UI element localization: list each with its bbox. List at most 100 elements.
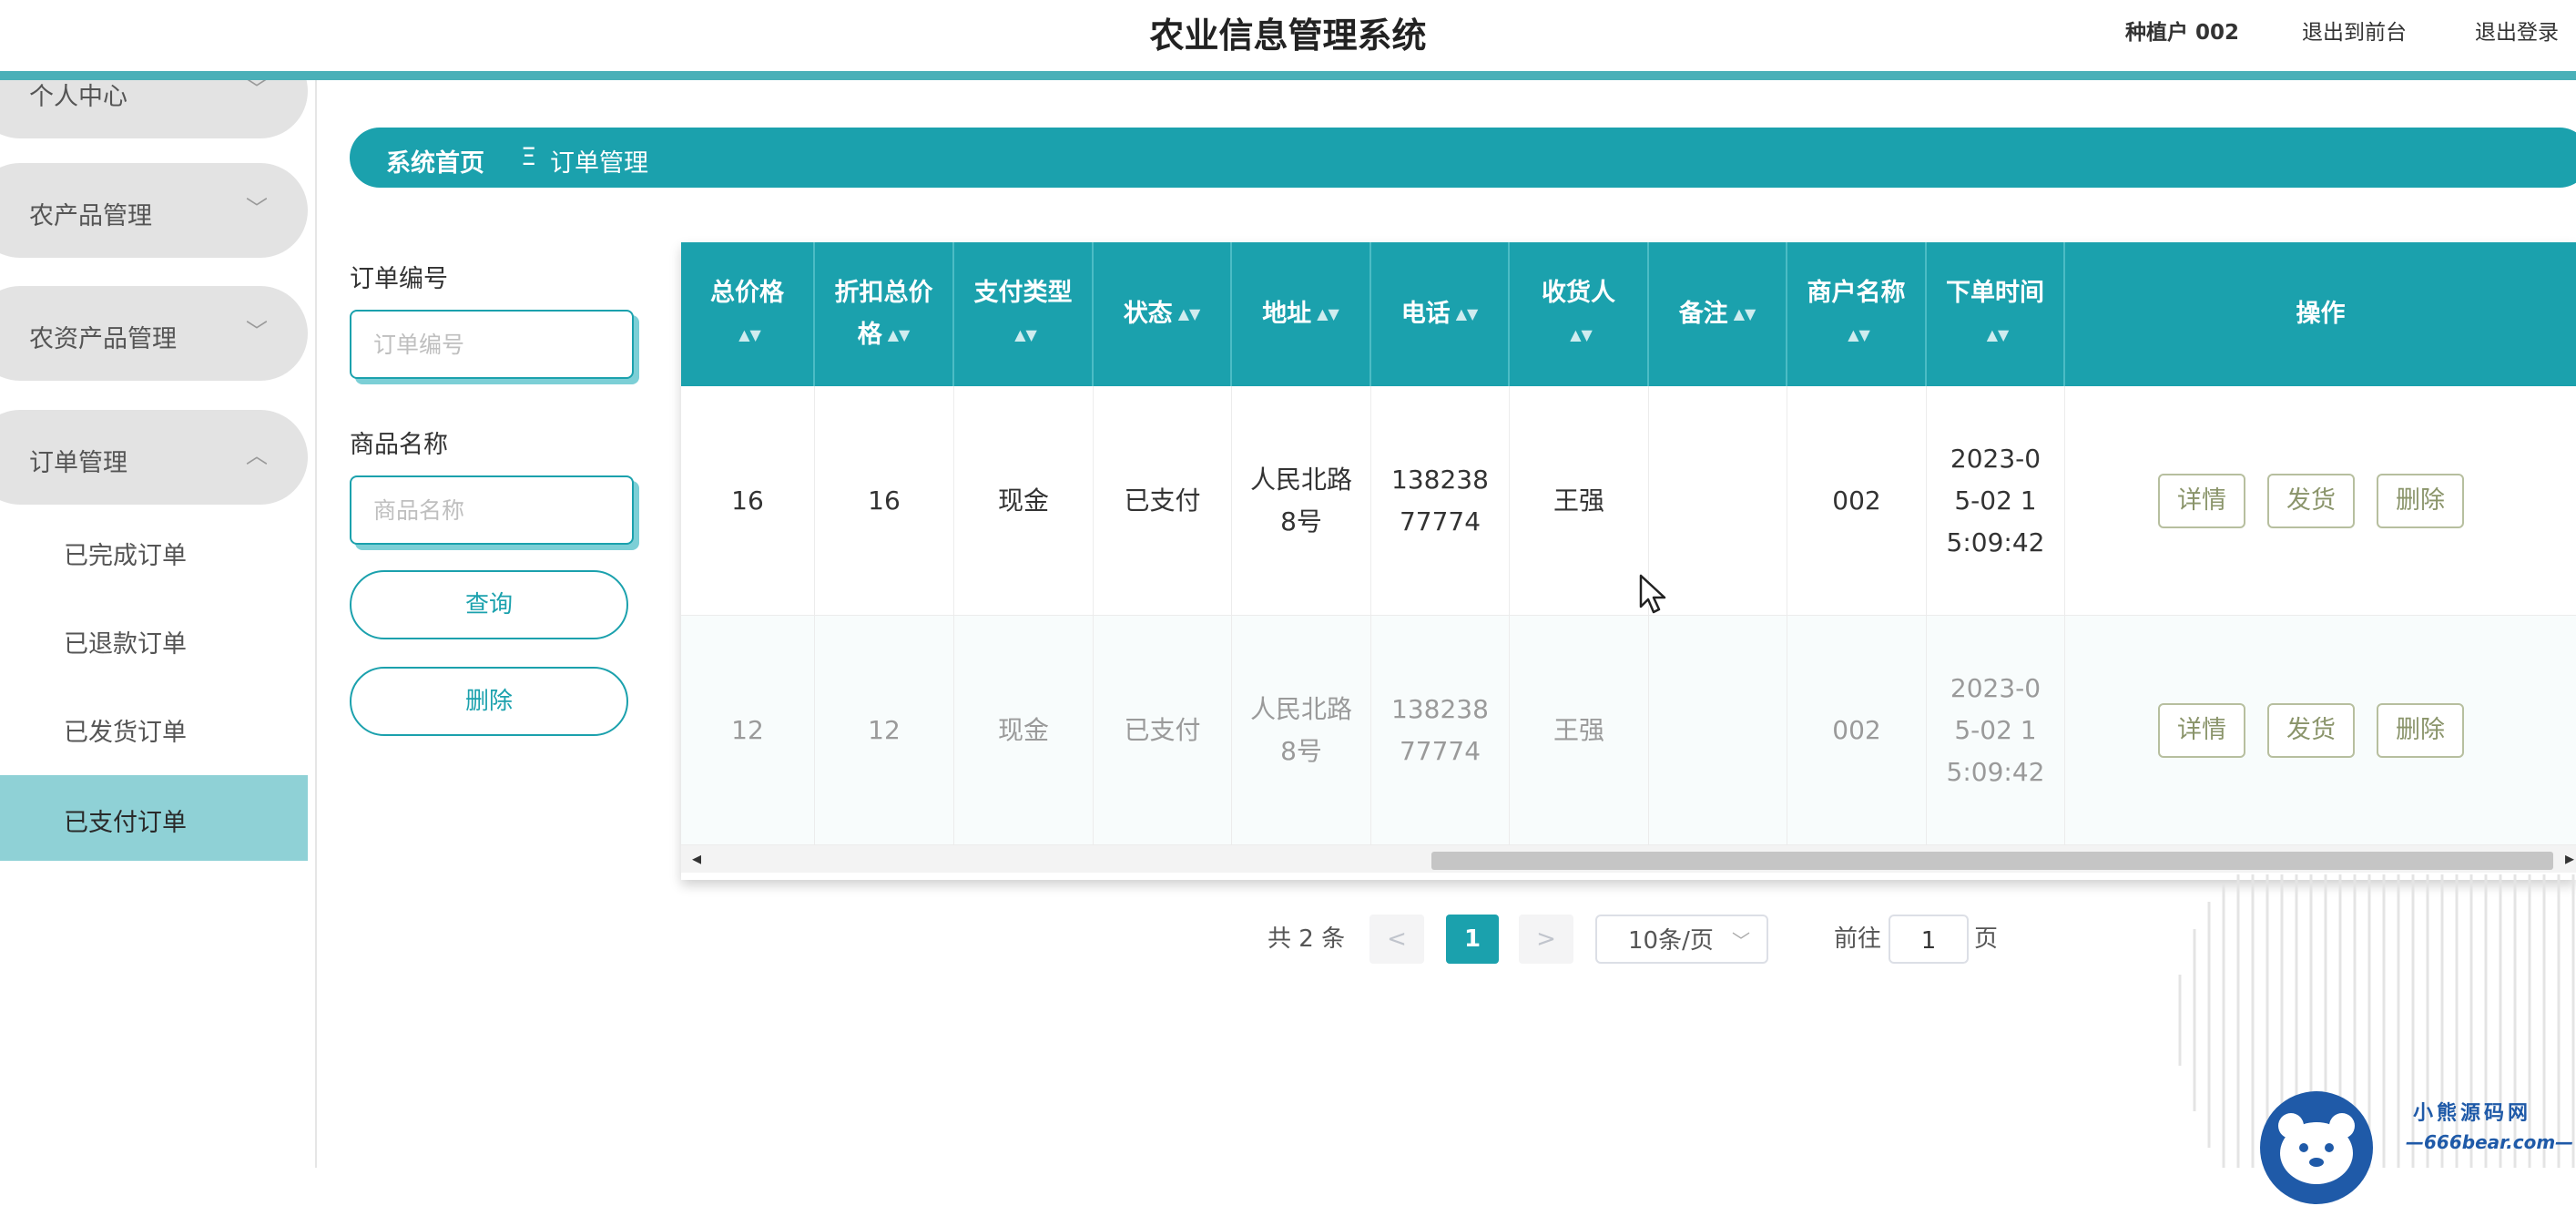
sort-icon[interactable]: ▲▼ bbox=[1570, 326, 1593, 343]
sidebar-item-personal-center[interactable]: 个人中心 ﹀ bbox=[0, 80, 308, 138]
column-label: 支付类型 bbox=[973, 278, 1073, 307]
goto-page-input[interactable]: 1 bbox=[1889, 915, 1969, 964]
sidebar-item-label: 农产品管理 bbox=[29, 202, 152, 230]
product-name-label: 商品名称 bbox=[350, 431, 448, 459]
column-header-discount-total[interactable]: 折扣总价格 ▲▼ bbox=[815, 242, 954, 386]
delete-button[interactable]: 删除 bbox=[2377, 702, 2464, 758]
chevron-up-icon: ︿ bbox=[246, 443, 268, 468]
sidebar-item-label: 已退款订单 bbox=[64, 630, 187, 659]
header-divider bbox=[0, 71, 2576, 80]
mouse-cursor-icon bbox=[1639, 574, 1666, 614]
sidebar-item-label: 已发货订单 bbox=[64, 719, 187, 747]
pagination-page-1[interactable]: 1 bbox=[1446, 915, 1499, 964]
product-name-input[interactable] bbox=[350, 475, 634, 545]
pagination-next-button[interactable]: > bbox=[1519, 915, 1573, 964]
cell-address: 人民北路8号 bbox=[1232, 386, 1371, 616]
query-button[interactable]: 查询 bbox=[350, 570, 628, 639]
column-label: 商户名称 bbox=[1807, 278, 1906, 307]
detail-button[interactable]: 详情 bbox=[2158, 473, 2245, 528]
scrollbar-thumb[interactable] bbox=[1431, 852, 2553, 870]
breadcrumb-home[interactable]: 系统首页 bbox=[386, 143, 484, 179]
top-header: 农业信息管理系统 种植户 002 退出到前台 退出登录 bbox=[0, 0, 2576, 71]
cell-address: 人民北路8号 bbox=[1232, 616, 1371, 845]
column-header-pay-type[interactable]: 支付类型 ▲▼ bbox=[954, 242, 1094, 386]
sidebar-item-refunded-orders[interactable]: 已退款订单 bbox=[0, 597, 308, 682]
delete-button[interactable]: 删除 bbox=[2377, 473, 2464, 528]
column-header-receiver[interactable]: 收货人 ▲▼ bbox=[1510, 242, 1649, 386]
horizontal-scrollbar[interactable]: ◂ ▸ bbox=[681, 845, 2576, 873]
cell-actions: 详情 发货 删除 bbox=[2065, 386, 2576, 616]
sidebar-item-label: 已完成订单 bbox=[64, 542, 187, 570]
sort-icon[interactable]: ▲▼ bbox=[738, 326, 761, 343]
cell-phone: 13823877774 bbox=[1371, 386, 1510, 616]
sort-icon[interactable]: ▲▼ bbox=[1178, 293, 1201, 335]
order-no-label: 订单编号 bbox=[350, 265, 448, 293]
sidebar-item-label: 订单管理 bbox=[29, 449, 127, 477]
column-label: 电话 bbox=[1400, 300, 1451, 328]
column-label: 收货人 bbox=[1542, 278, 1615, 307]
sort-icon[interactable]: ▲▼ bbox=[1848, 326, 1870, 343]
sidebar: 个人中心 ﹀ 农产品管理 ﹀ 农资产品管理 ﹀ 订单管理 ︿ 已完成订单 已退款… bbox=[0, 80, 317, 1168]
sidebar-item-agri-supplies[interactable]: 农资产品管理 ﹀ bbox=[0, 286, 308, 381]
watermark: 小熊源码网 —666bear.com— bbox=[2258, 1089, 2576, 1204]
sidebar-item-shipped-orders[interactable]: 已发货订单 bbox=[0, 685, 308, 771]
cell-receiver: 王强 bbox=[1510, 386, 1649, 616]
column-label: 状态 bbox=[1123, 300, 1173, 328]
table-header: 总价格 ▲▼ 折扣总价格 ▲▼ 支付类型 ▲▼ 状态 ▲▼ 地址 ▲▼ 电话 ▲▼ 收货人 ▲… bbox=[681, 242, 2576, 386]
column-label: 折扣总价格 bbox=[834, 278, 933, 349]
cell-actions: 详情 发货 删除 bbox=[2065, 616, 2576, 845]
sort-icon[interactable]: ▲▼ bbox=[1734, 293, 1756, 335]
cell-order-time: 2023-05-02 15:09:42 bbox=[1927, 386, 2065, 616]
order-no-input[interactable] bbox=[350, 310, 634, 379]
page-suffix-label: 页 bbox=[1974, 925, 1999, 953]
table-row: 12 12 现金 已支付 人民北路8号 13823877774 王强 002 2… bbox=[681, 616, 2576, 845]
column-header-address[interactable]: 地址 ▲▼ bbox=[1232, 242, 1371, 386]
sidebar-item-agri-products[interactable]: 农产品管理 ﹀ bbox=[0, 163, 308, 258]
column-header-total[interactable]: 总价格 ▲▼ bbox=[681, 242, 815, 386]
cell-merchant: 002 bbox=[1787, 386, 1927, 616]
column-header-actions: 操作 bbox=[2065, 242, 2576, 386]
pagination-prev-button[interactable]: < bbox=[1369, 915, 1424, 964]
goto-label: 前往 bbox=[1834, 925, 1882, 953]
column-header-status[interactable]: 状态 ▲▼ bbox=[1094, 242, 1232, 386]
chevron-down-icon: ﹀ bbox=[246, 319, 268, 344]
page-size-value: 10条/页 bbox=[1628, 927, 1714, 955]
cell-discount-total: 16 bbox=[815, 386, 954, 616]
breadcrumb: 系统首页 Ξ 订单管理 bbox=[350, 128, 2576, 188]
detail-button[interactable]: 详情 bbox=[2158, 702, 2245, 758]
page-size-select[interactable]: 10条/页 ﹀ bbox=[1595, 915, 1768, 964]
scroll-left-icon[interactable]: ◂ bbox=[692, 847, 701, 869]
cell-phone: 13823877774 bbox=[1371, 616, 1510, 845]
column-header-remark[interactable]: 备注 ▲▼ bbox=[1649, 242, 1787, 386]
sort-icon[interactable]: ▲▼ bbox=[1987, 326, 2010, 343]
sidebar-item-order-management[interactable]: 订单管理 ︿ bbox=[0, 410, 308, 505]
logout-link[interactable]: 退出登录 bbox=[2475, 15, 2559, 46]
column-header-phone[interactable]: 电话 ▲▼ bbox=[1371, 242, 1510, 386]
scroll-right-icon[interactable]: ▸ bbox=[2565, 847, 2574, 869]
column-header-merchant[interactable]: 商户名称 ▲▼ bbox=[1787, 242, 1927, 386]
column-header-order-time[interactable]: 下单时间 ▲▼ bbox=[1927, 242, 2065, 386]
chevron-down-icon: ﹀ bbox=[1732, 930, 1750, 952]
sort-icon[interactable]: ▲▼ bbox=[888, 326, 911, 343]
sort-icon[interactable]: ▲▼ bbox=[1317, 293, 1339, 335]
table-row: 16 16 现金 已支付 人民北路8号 13823877774 王强 002 2… bbox=[681, 386, 2576, 616]
sort-icon[interactable]: ▲▼ bbox=[1014, 326, 1037, 343]
breadcrumb-current: 订单管理 bbox=[550, 149, 648, 178]
batch-delete-button[interactable]: 删除 bbox=[350, 667, 628, 736]
column-label: 操作 bbox=[2296, 300, 2346, 328]
chevron-down-icon: ﹀ bbox=[246, 80, 268, 102]
sort-icon[interactable]: ▲▼ bbox=[1456, 293, 1479, 335]
cell-status: 已支付 bbox=[1094, 616, 1232, 845]
sidebar-item-completed-orders[interactable]: 已完成订单 bbox=[0, 508, 308, 594]
sidebar-item-paid-orders[interactable]: 已支付订单 bbox=[0, 775, 308, 861]
column-label: 备注 bbox=[1678, 300, 1728, 328]
cell-pay-type: 现金 bbox=[954, 386, 1094, 616]
column-label: 总价格 bbox=[710, 278, 784, 307]
ship-button[interactable]: 发货 bbox=[2267, 473, 2355, 528]
breadcrumb-separator-icon: Ξ bbox=[521, 143, 537, 171]
exit-to-front-link[interactable]: 退出到前台 bbox=[2302, 15, 2407, 46]
sidebar-item-label: 农资产品管理 bbox=[29, 325, 177, 353]
ship-button[interactable]: 发货 bbox=[2267, 702, 2355, 758]
sidebar-item-label: 个人中心 bbox=[29, 83, 127, 111]
cell-total: 16 bbox=[681, 386, 815, 616]
